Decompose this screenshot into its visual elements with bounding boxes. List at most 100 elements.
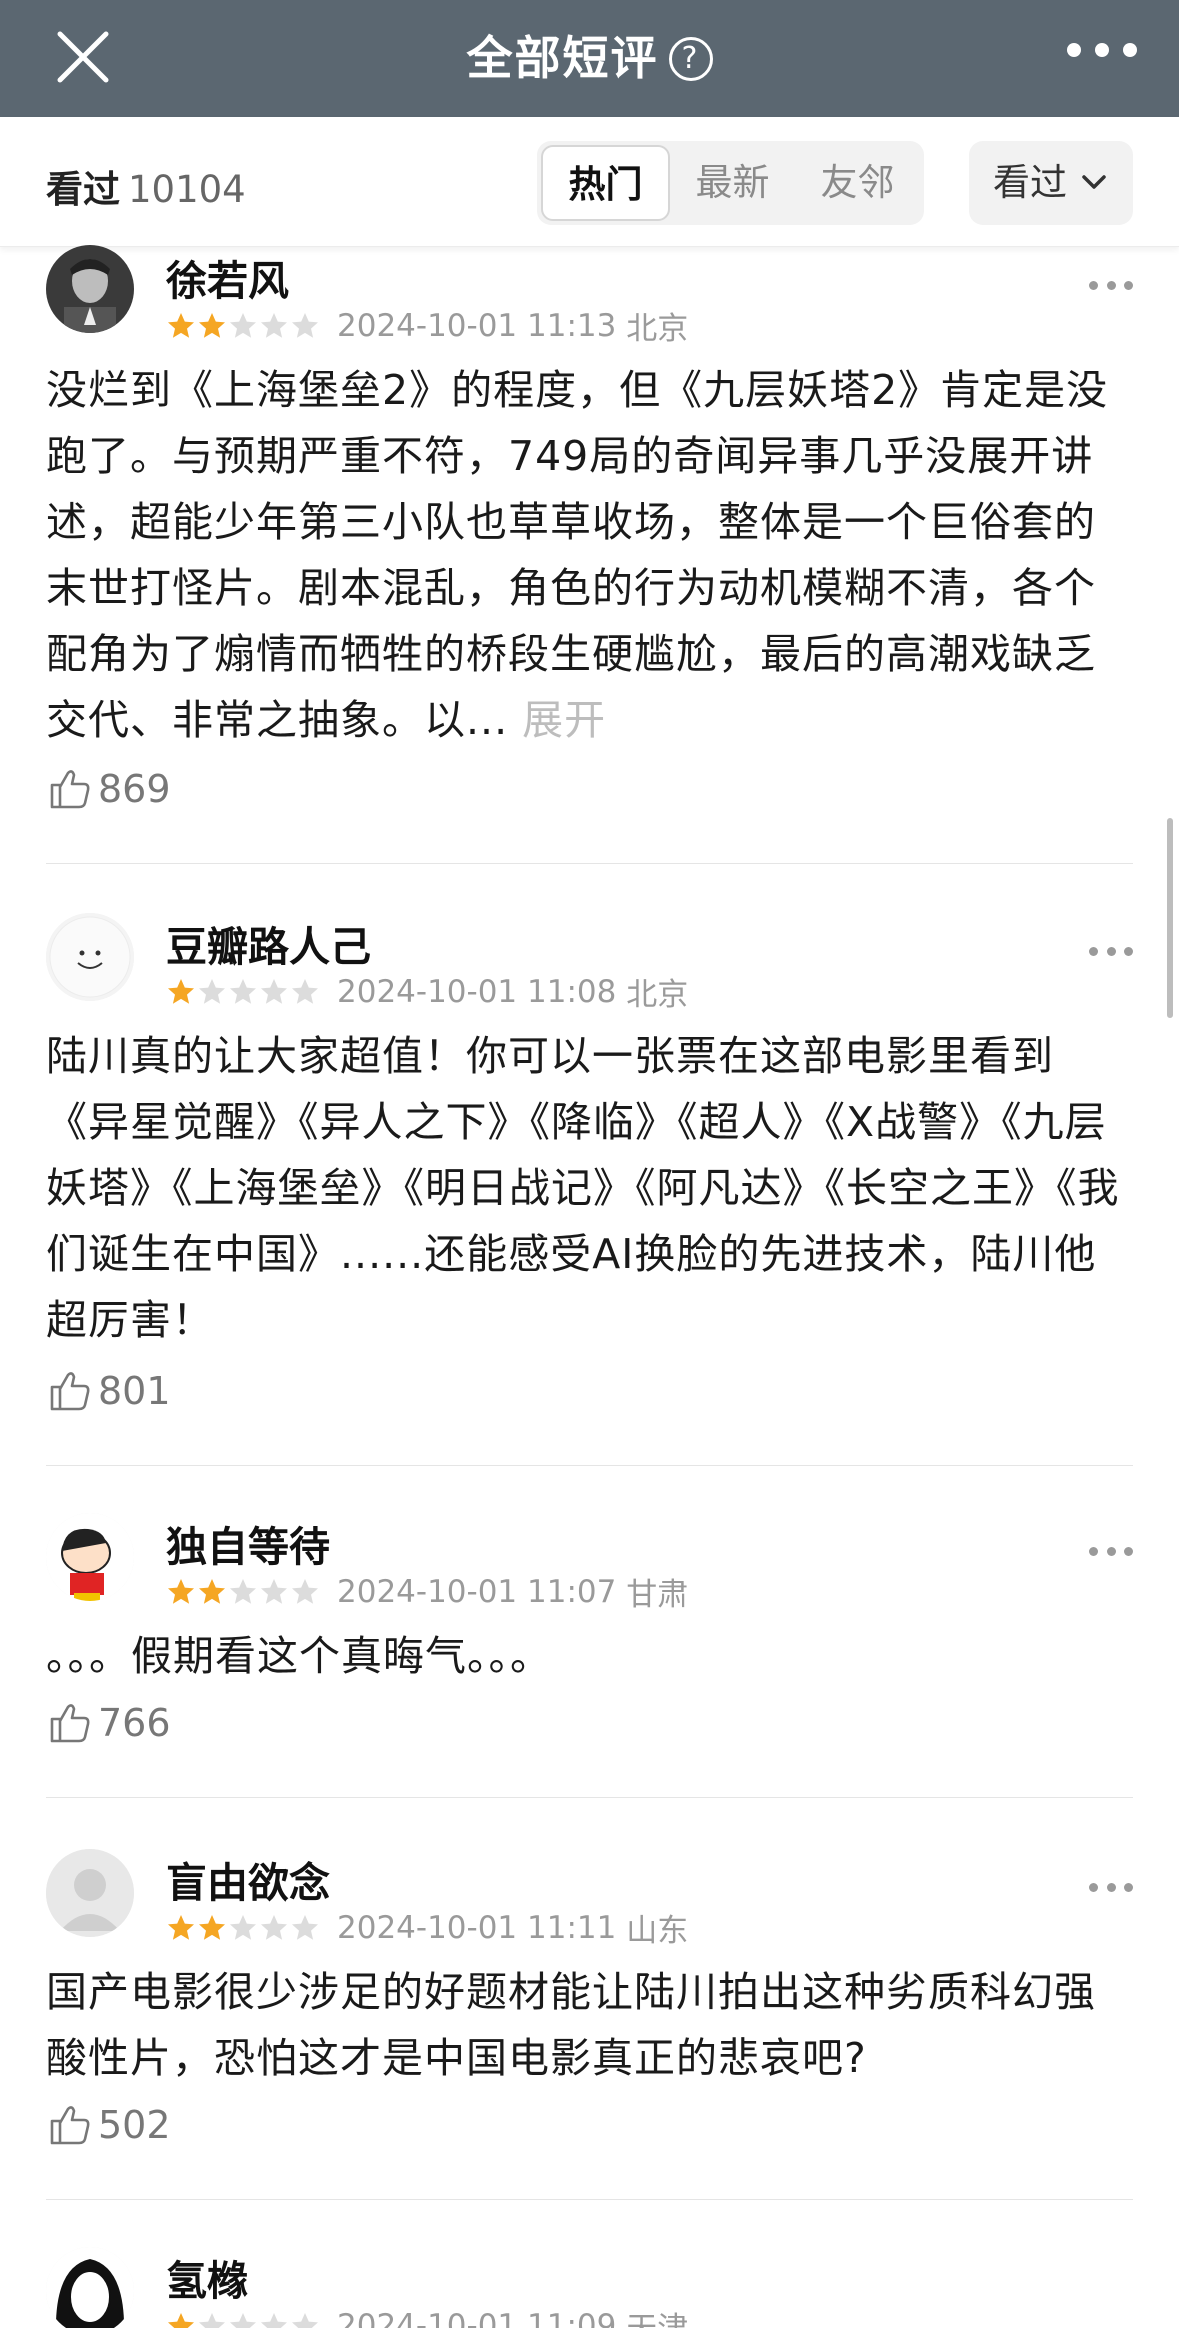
star-filled-icon: [199, 1578, 225, 1604]
filter-bar: 看过 10104 热门 最新 友邻 看过: [0, 117, 1179, 247]
star-empty-icon: [261, 1914, 287, 1940]
comment-time: 2024-10-01 11:09: [337, 2307, 617, 2328]
like-button[interactable]: 869: [48, 767, 171, 811]
comment-meta: 2024-10-01 11:11 山东: [166, 1905, 688, 1950]
rating-stars: [166, 1577, 321, 1607]
comment-meta: 2024-10-01 11:13 北京: [166, 303, 688, 348]
star-empty-icon: [292, 978, 318, 1004]
star-empty-icon: [261, 978, 287, 1004]
help-icon[interactable]: ?: [668, 37, 713, 81]
star-empty-icon: [230, 2312, 256, 2328]
star-empty-icon: [261, 312, 287, 338]
like-count: 502: [98, 2103, 171, 2147]
star-empty-icon: [199, 978, 225, 1004]
username[interactable]: 氢橼: [166, 2247, 248, 2307]
rating-stars: [166, 1913, 321, 1943]
comment-body: 陆川真的让大家超值！你可以一张票在这部电影里看到《异星觉醒》《异人之下》《降临》…: [46, 1032, 1120, 1344]
thumbs-up-icon: [50, 770, 90, 809]
seen-count: 看过 10104: [46, 159, 246, 213]
star-filled-icon: [168, 1914, 194, 1940]
comment-text: 没烂到《上海堡垒2》的程度，但《九层妖塔2》肯定是没跑了。与预期严重不符，749…: [46, 357, 1136, 753]
star-empty-icon: [230, 978, 256, 1004]
page-title: 全部短评?: [0, 22, 1179, 88]
more-options-icon[interactable]: [1089, 947, 1133, 959]
divider: [46, 2199, 1133, 2200]
star-empty-icon: [292, 312, 318, 338]
comment-text: 国产电影很少涉足的好题材能让陆川拍出这种劣质科幻强酸性片，恐怕这才是中国电影真正…: [46, 1959, 1136, 2091]
more-options-icon[interactable]: [1089, 281, 1133, 293]
avatar[interactable]: [46, 1513, 134, 1601]
page-title-text: 全部短评: [466, 31, 659, 85]
comment-body: 。。。假期看这个真晦气。。。: [46, 1632, 552, 1680]
star-filled-icon: [168, 2312, 194, 2328]
comment-location: 天津: [626, 2303, 688, 2328]
divider: [46, 863, 1133, 864]
avatar[interactable]: [46, 245, 134, 333]
like-button[interactable]: 766: [48, 1701, 171, 1745]
avatar[interactable]: [46, 913, 134, 1001]
comment-body: 没烂到《上海堡垒2》的程度，但《九层妖塔2》肯定是没跑了。与预期严重不符，749…: [46, 366, 1109, 744]
star-empty-icon: [261, 2312, 287, 2328]
rating-stars: [166, 2311, 321, 2328]
star-filled-icon: [199, 312, 225, 338]
comment-time: 2024-10-01 11:11: [337, 1909, 617, 1946]
comment-meta: 2024-10-01 11:09 天津: [166, 2303, 688, 2328]
thumbs-up-icon: [50, 1372, 90, 1411]
star-filled-icon: [199, 1914, 225, 1940]
like-count: 801: [98, 1369, 171, 1413]
username[interactable]: 豆瓣路人己: [166, 913, 371, 973]
divider: [46, 1465, 1133, 1466]
like-button[interactable]: 502: [48, 2103, 171, 2147]
thumbs-up-icon: [50, 1704, 90, 1743]
comment-location: 北京: [626, 311, 689, 347]
status-dropdown[interactable]: 看过: [969, 141, 1133, 225]
star-empty-icon: [292, 1914, 318, 1940]
comment-time: 2024-10-01 11:13: [337, 307, 617, 344]
username[interactable]: 盲由欲念: [166, 1849, 330, 1909]
comment-body: 国产电影很少涉足的好题材能让陆川拍出这种劣质科幻强酸性片，恐怕这才是中国电影真正…: [46, 1968, 1096, 2082]
avatar[interactable]: [46, 1849, 134, 1937]
comment-location: 甘肃: [626, 1577, 689, 1613]
expand-link[interactable]: 展开: [522, 696, 606, 744]
rating-stars: [166, 311, 321, 341]
comment-text: 。。。假期看这个真晦气。。。: [46, 1623, 1136, 1689]
seen-count-number: 10104: [128, 168, 246, 211]
tab-friends[interactable]: 友邻: [795, 145, 920, 221]
comment-location: 北京: [626, 977, 689, 1013]
comment-time: 2024-10-01 11:08: [337, 973, 617, 1010]
like-button[interactable]: 801: [48, 1369, 171, 1413]
username[interactable]: 徐若风: [166, 247, 289, 307]
star-filled-icon: [168, 1578, 194, 1604]
username[interactable]: 独自等待: [166, 1513, 330, 1573]
top-nav-bar: 全部短评?: [0, 0, 1179, 117]
comment-meta: 2024-10-01 11:07 甘肃: [166, 1569, 688, 1614]
star-empty-icon: [230, 312, 256, 338]
thumbs-up-icon: [50, 2106, 90, 2145]
divider: [46, 1797, 1133, 1798]
status-dropdown-label: 看过: [993, 161, 1067, 204]
more-options-icon[interactable]: [1089, 1883, 1133, 1895]
star-empty-icon: [292, 1578, 318, 1604]
comment-time: 2024-10-01 11:07: [337, 1573, 617, 1610]
star-filled-icon: [168, 978, 194, 1004]
chevron-down-icon: [1082, 175, 1106, 189]
star-empty-icon: [199, 2312, 225, 2328]
star-empty-icon: [230, 1914, 256, 1940]
sort-segmented-control: 热门 最新 友邻: [537, 141, 924, 225]
star-empty-icon: [230, 1578, 256, 1604]
comment-meta: 2024-10-01 11:08 北京: [166, 969, 688, 1014]
star-filled-icon: [168, 312, 194, 338]
rating-stars: [166, 977, 321, 1007]
comment-text: 陆川真的让大家超值！你可以一张票在这部电影里看到《异星觉醒》《异人之下》《降临》…: [46, 1023, 1136, 1353]
more-icon[interactable]: [1067, 40, 1137, 60]
avatar[interactable]: [46, 2247, 134, 2328]
comment-location: 山东: [626, 1913, 689, 1949]
star-empty-icon: [261, 1578, 287, 1604]
seen-label: 看过: [46, 168, 120, 211]
tab-hot[interactable]: 热门: [541, 145, 670, 221]
tab-latest[interactable]: 最新: [670, 145, 795, 221]
like-count: 869: [98, 767, 171, 811]
more-options-icon[interactable]: [1089, 1547, 1133, 1559]
scrollbar[interactable]: [1167, 818, 1173, 1018]
like-count: 766: [98, 1701, 171, 1745]
